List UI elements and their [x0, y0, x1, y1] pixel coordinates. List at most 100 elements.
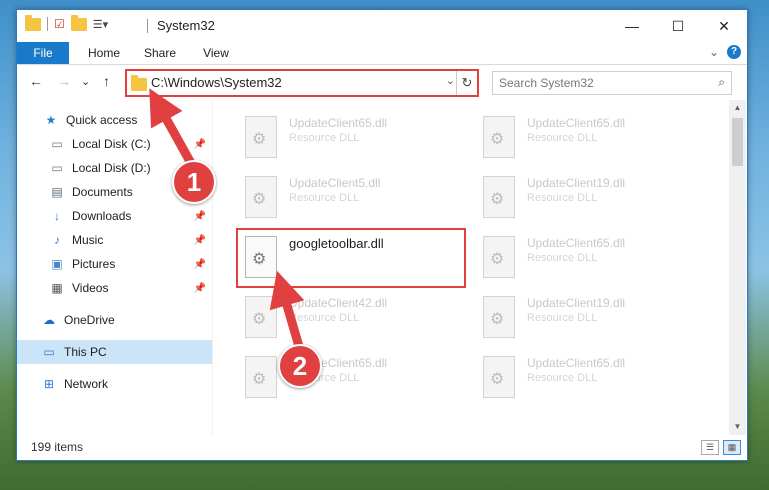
view-switcher: ☰ ▦ [701, 440, 741, 455]
customize-toolbar-icon[interactable]: ☰▾ [93, 18, 108, 31]
dll-file-icon [245, 116, 277, 158]
navigation-pane: ★ Quick access ▭ Local Disk (C:) 📌 ▭ Loc… [17, 100, 212, 435]
file-name: UpdateClient65.dll [527, 116, 626, 130]
folder-icon [131, 75, 147, 91]
file-name: UpdateClient65.dll [289, 116, 388, 130]
refresh-icon[interactable]: ↻ [456, 71, 477, 95]
picture-icon: ▣ [51, 257, 63, 271]
ribbon-controls: ⌄ ? [709, 45, 741, 59]
properties-icon[interactable]: ☑ [54, 17, 65, 31]
new-folder-icon[interactable] [70, 14, 87, 31]
address-bar[interactable]: C:\Windows\System32 ⌄ ↻ [125, 69, 479, 97]
ribbon-tabs: File Home Share View ⌄ ? [17, 42, 747, 65]
step1-badge: 1 [172, 160, 216, 204]
file-name: UpdateClient5.dll [289, 176, 381, 190]
document-icon: ▤ [51, 185, 63, 199]
sidebar-item-music[interactable]: ♪ Music 📌 [17, 228, 212, 252]
file-item[interactable]: UpdateClient19.dll Resource DLL [475, 172, 703, 224]
file-item[interactable]: UpdateClient65.dll Resource DLL [475, 232, 703, 284]
file-description: Resource DLL [527, 312, 598, 324]
details-view-icon[interactable]: ☰ [701, 440, 719, 455]
network-icon: ⊞ [43, 377, 55, 391]
sidebar-item-label: Downloads [72, 209, 132, 223]
file-item[interactable]: UpdateClient42.dll Resource DLL [237, 292, 465, 344]
toolbar-separator [47, 17, 48, 31]
computer-icon: ▭ [43, 345, 55, 359]
pin-icon[interactable]: 📌 [194, 283, 206, 294]
title-separator [147, 19, 148, 33]
maximize-button[interactable]: ☐ [655, 10, 701, 42]
file-name: UpdateClient19.dll [527, 176, 626, 190]
folder-icon [25, 14, 41, 31]
step2-badge: 2 [278, 344, 322, 388]
scroll-up-icon[interactable]: ▲ [729, 100, 746, 116]
sidebar-item-onedrive[interactable]: ☁ OneDrive [17, 308, 212, 332]
sidebar-item-label: This PC [64, 345, 107, 359]
dll-file-icon [245, 176, 277, 218]
navigation-bar: ← → ⌄ ↑ C:\Windows\System32 ⌄ ↻ Search S… [17, 65, 747, 99]
file-item[interactable]: UpdateClient65.dll Resource DLL [237, 112, 465, 164]
tab-file[interactable]: File [17, 42, 69, 64]
sidebar-item-quick-access[interactable]: ★ Quick access [17, 108, 212, 132]
status-bar: 199 items ☰ ▦ [17, 435, 747, 460]
recent-locations-button[interactable]: ⌄ [81, 75, 90, 88]
file-name: UpdateClient65.dll [527, 236, 626, 250]
forward-button[interactable]: → [57, 73, 71, 89]
search-box[interactable]: Search System32 ⌕ [492, 71, 732, 95]
back-button[interactable]: ← [29, 73, 43, 89]
file-item[interactable]: UpdateClient65.dll Resource DLL [237, 352, 465, 404]
scroll-thumb[interactable] [732, 118, 743, 166]
sidebar-item-label: Network [64, 377, 109, 391]
file-item[interactable]: UpdateClient65.dll Resource DLL [475, 112, 703, 164]
file-description: Resource DLL [527, 372, 598, 384]
dll-file-icon [483, 296, 515, 338]
close-button[interactable]: ✕ [701, 10, 747, 42]
search-placeholder: Search System32 [499, 76, 594, 90]
sidebar-item-network[interactable]: ⊞ Network [17, 372, 212, 396]
drive-icon: ▭ [51, 137, 63, 151]
vertical-scrollbar[interactable]: ▲ ▼ [729, 100, 746, 435]
file-description: Resource DLL [289, 312, 360, 324]
pin-icon[interactable]: 📌 [194, 235, 206, 246]
scroll-down-icon[interactable]: ▼ [729, 419, 746, 435]
sidebar-item-label: Pictures [72, 257, 116, 271]
file-item[interactable]: UpdateClient5.dll Resource DLL [237, 172, 465, 224]
up-button[interactable]: ↑ [103, 73, 110, 89]
file-item[interactable]: UpdateClient65.dll Resource DLL [475, 352, 703, 404]
minimize-button[interactable]: — [609, 10, 655, 42]
address-dropdown-icon[interactable]: ⌄ [446, 74, 455, 87]
expand-ribbon-icon[interactable]: ⌄ [709, 45, 719, 59]
file-description: Resource DLL [289, 192, 360, 204]
tab-view[interactable]: View [195, 42, 237, 64]
search-icon[interactable]: ⌕ [718, 75, 725, 90]
file-item[interactable]: UpdateClient19.dll Resource DLL [475, 292, 703, 344]
dll-file-icon [483, 176, 515, 218]
file-name: UpdateClient42.dll [289, 296, 388, 310]
cloud-icon: ☁ [43, 313, 55, 327]
tab-share[interactable]: Share [137, 42, 183, 64]
file-name: UpdateClient65.dll [527, 356, 626, 370]
sidebar-item-videos[interactable]: ▦ Videos 📌 [17, 276, 212, 300]
sidebar-item-downloads[interactable]: ↓ Downloads 📌 [17, 204, 212, 228]
help-icon[interactable]: ? [727, 45, 741, 59]
music-icon: ♪ [54, 233, 60, 247]
sidebar-item-label: Quick access [66, 113, 138, 127]
sidebar-item-label: Local Disk (D:) [72, 161, 151, 175]
sidebar-item-label: Local Disk (C:) [72, 137, 151, 151]
tab-home[interactable]: Home [79, 42, 129, 64]
pin-icon[interactable]: 📌 [194, 259, 206, 270]
pin-icon[interactable]: 📌 [194, 211, 206, 222]
dll-file-icon [245, 296, 277, 338]
sidebar-item-this-pc[interactable]: ▭ This PC [17, 340, 212, 364]
caption-buttons: — ☐ ✕ [609, 10, 747, 42]
download-icon: ↓ [54, 209, 60, 223]
sidebar-item-pictures[interactable]: ▣ Pictures 📌 [17, 252, 212, 276]
sidebar-item-label: Documents [72, 185, 133, 199]
sidebar-item-label: OneDrive [64, 313, 115, 327]
sidebar-item-local-disk-c[interactable]: ▭ Local Disk (C:) 📌 [17, 132, 212, 156]
dll-file-icon [483, 236, 515, 278]
address-path[interactable]: C:\Windows\System32 [151, 75, 282, 90]
file-description: Resource DLL [527, 252, 598, 264]
pin-icon[interactable]: 📌 [194, 139, 206, 150]
large-icons-view-icon[interactable]: ▦ [723, 440, 741, 455]
